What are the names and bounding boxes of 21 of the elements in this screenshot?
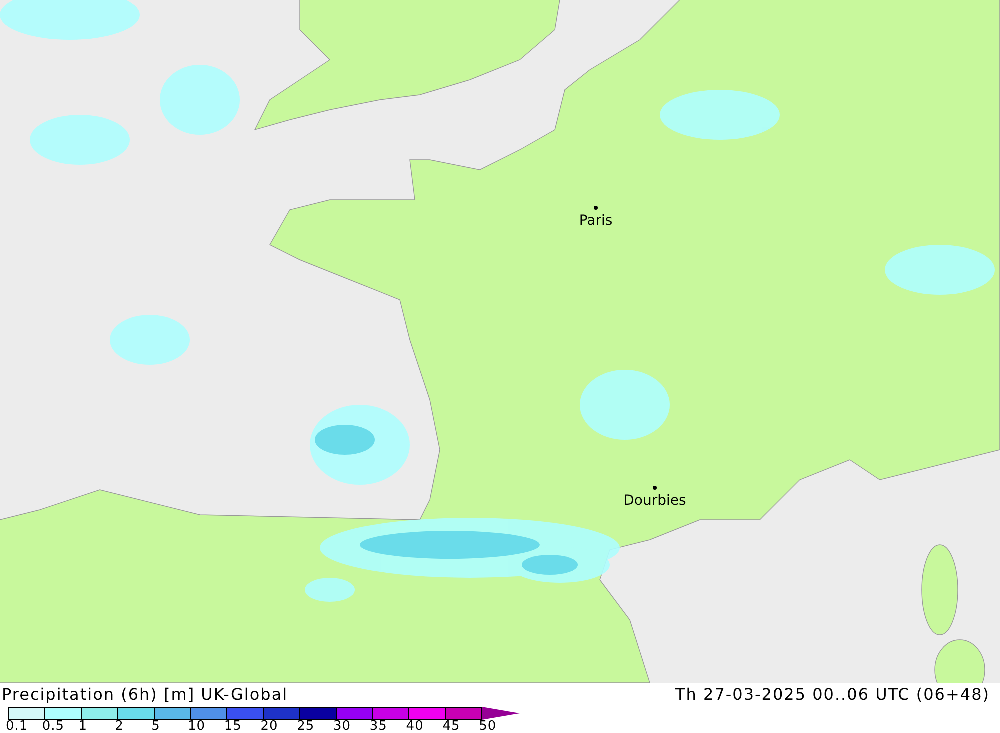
legend-tick-label: 5 <box>152 720 162 733</box>
legend-tick-label: 1 <box>78 720 89 733</box>
legend-tick-label: 25 <box>297 720 316 733</box>
legend-arrow-icon <box>482 707 520 720</box>
city-label: Dourbies <box>624 493 686 509</box>
legend-tick-label: 10 <box>188 720 206 733</box>
legend-tick-label: 15 <box>224 720 243 733</box>
legend-tick-label: 40 <box>406 720 425 733</box>
legend-tick-label: 2 <box>115 720 125 733</box>
legend-tick-label: 20 <box>260 720 280 733</box>
legend-tick-label: 50 <box>479 720 498 733</box>
valid-time: Th 27-03-2025 00..06 UTC (06+48) <box>676 685 990 706</box>
legend-tick-label: 30 <box>334 720 352 733</box>
legend-tick-label: 0.5 <box>42 720 66 733</box>
legend-tick-label: 0.1 <box>6 720 30 733</box>
city-label: Paris <box>579 213 613 229</box>
city-dot-icon <box>653 486 657 490</box>
chart-title: Precipitation (6h) [m] UK-Global <box>2 685 288 706</box>
legend-tick-label: 35 <box>370 720 388 733</box>
city-dot-icon <box>594 206 598 210</box>
legend-tick-label: 45 <box>442 720 462 733</box>
